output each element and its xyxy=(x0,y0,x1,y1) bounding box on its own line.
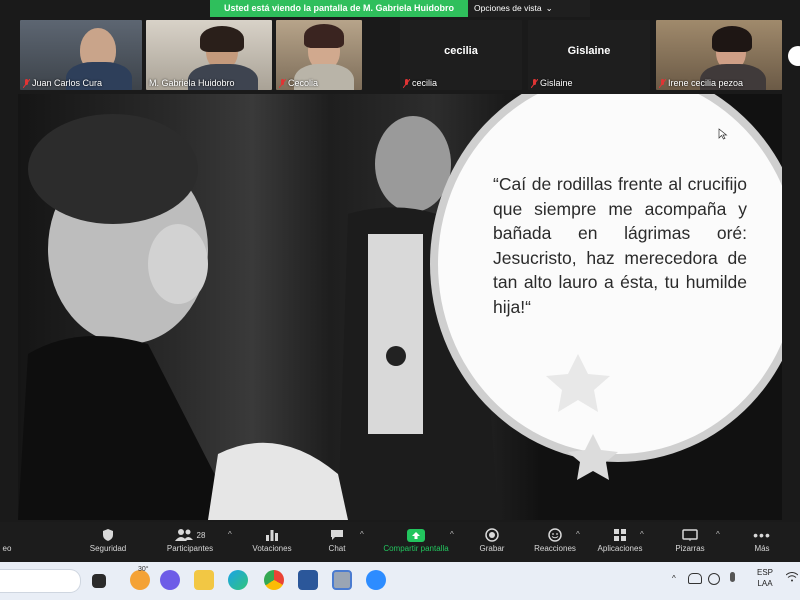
weather-icon[interactable] xyxy=(130,570,150,590)
settings-gear-icon[interactable] xyxy=(332,570,352,590)
reactions-button[interactable]: Reacciones xyxy=(528,526,582,553)
chrome-icon[interactable] xyxy=(264,570,284,590)
participants-button[interactable]: 28 Participantes xyxy=(158,526,222,553)
participant-display-name: cecilia xyxy=(444,45,478,57)
security-button[interactable]: Seguridad xyxy=(80,526,136,553)
participant-display-name: Gislaine xyxy=(567,45,611,57)
chat-button[interactable]: Chat xyxy=(318,526,356,553)
viewing-screen-message: Usted está viendo la pantalla de M. Gabr… xyxy=(210,0,468,17)
participant-video xyxy=(200,26,244,52)
participants-caret-icon[interactable]: ^ xyxy=(228,530,232,539)
meeting-toolbar: eo Seguridad 28 Participantes ^ Votacion… xyxy=(0,522,800,562)
screen-share-banner: Usted está viendo la pantalla de M. Gabr… xyxy=(210,0,590,17)
tray-chevron-icon[interactable]: ^ xyxy=(672,574,676,583)
participant-name: Cecolia xyxy=(279,78,318,88)
whiteboards-caret-icon[interactable]: ^ xyxy=(716,530,720,539)
smiley-icon xyxy=(548,528,562,542)
shield-icon xyxy=(103,529,113,541)
muted-mic-icon xyxy=(279,78,286,88)
reactions-caret-icon[interactable]: ^ xyxy=(576,530,580,539)
share-screen-icon xyxy=(407,528,425,542)
participant-gallery: Juan Carlos Cura M. Gabriela Huidobro Ce… xyxy=(0,18,800,92)
participant-video xyxy=(304,24,344,48)
wifi-icon[interactable] xyxy=(785,572,799,582)
muted-mic-icon xyxy=(403,78,410,88)
language-indicator[interactable]: ESP LAA xyxy=(757,567,773,589)
participant-name: Gislaine xyxy=(531,78,573,88)
microphone-icon[interactable] xyxy=(730,572,735,582)
next-page-button[interactable] xyxy=(788,46,800,66)
more-button[interactable]: ••• Más xyxy=(744,526,780,553)
participant-tile[interactable]: M. Gabriela Huidobro xyxy=(146,20,272,90)
chat-app-icon[interactable] xyxy=(160,570,180,590)
apps-caret-icon[interactable]: ^ xyxy=(640,530,644,539)
participant-tile[interactable]: cecilia cecilia xyxy=(400,20,522,90)
participant-name: M. Gabriela Huidobro xyxy=(149,78,235,88)
zoom-app-icon[interactable] xyxy=(366,570,386,590)
medal-decoration xyxy=(546,354,618,480)
taskbar-search-input[interactable] xyxy=(0,569,81,593)
shared-screen: “Caí de rodillas frente al crucifijo que… xyxy=(18,94,782,520)
share-screen-button[interactable]: Compartir pantalla xyxy=(376,526,456,553)
participant-name: cecilia xyxy=(403,78,437,88)
video-button[interactable]: eo xyxy=(0,526,14,553)
participant-name: Irene cecilia pezoa xyxy=(659,78,743,88)
apps-icon xyxy=(614,529,626,541)
muted-mic-icon xyxy=(23,78,30,88)
polls-button[interactable]: Votaciones xyxy=(246,526,298,553)
mouse-cursor-icon xyxy=(718,128,728,140)
bar-chart-icon xyxy=(266,530,278,541)
edge-browser-icon[interactable] xyxy=(228,570,248,590)
muted-mic-icon xyxy=(659,78,666,88)
participant-tile[interactable]: Irene cecilia pezoa xyxy=(656,20,782,90)
whiteboard-icon xyxy=(682,529,698,541)
chat-icon xyxy=(331,530,343,540)
share-caret-icon[interactable]: ^ xyxy=(450,530,454,539)
participant-tile[interactable]: Cecolia xyxy=(276,20,362,90)
muted-mic-icon xyxy=(531,78,538,88)
chevron-down-icon: ⌄ xyxy=(545,3,553,13)
cloud-icon[interactable] xyxy=(688,573,702,584)
participant-tile[interactable]: Juan Carlos Cura xyxy=(20,20,142,90)
participant-tile[interactable]: Gislaine Gislaine xyxy=(528,20,650,90)
task-view-icon[interactable] xyxy=(92,574,106,588)
record-icon xyxy=(485,528,499,542)
participants-count: 28 xyxy=(196,530,206,540)
view-options-button[interactable]: Opciones de vista ⌄ xyxy=(468,0,590,17)
view-options-label: Opciones de vista xyxy=(474,3,542,13)
participant-name: Juan Carlos Cura xyxy=(23,78,102,88)
participant-video xyxy=(712,26,752,52)
sync-icon[interactable] xyxy=(708,573,720,585)
more-dots-icon: ••• xyxy=(753,527,771,543)
whiteboards-button[interactable]: Pizarras xyxy=(668,526,712,553)
weather-badge: 30° xyxy=(138,566,149,573)
os-taskbar: 30° ^ ESP LAA xyxy=(0,562,800,600)
chat-caret-icon[interactable]: ^ xyxy=(360,530,364,539)
record-button[interactable]: Grabar xyxy=(472,526,512,553)
word-icon[interactable] xyxy=(298,570,318,590)
file-explorer-icon[interactable] xyxy=(194,570,214,590)
participants-icon xyxy=(174,529,193,541)
slide-quote: “Caí de rodillas frente al crucifijo que… xyxy=(493,174,747,317)
